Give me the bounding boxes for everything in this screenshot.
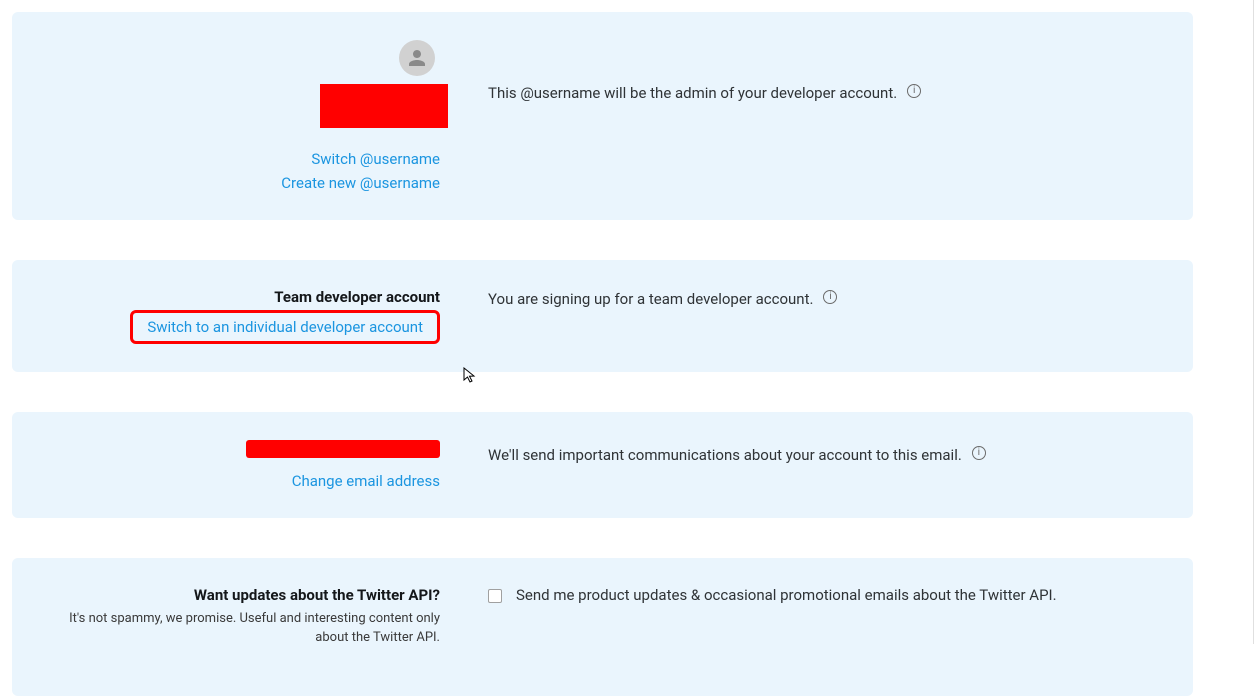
info-icon[interactable]: i (907, 84, 921, 98)
email-desc-row: We'll send important communications abou… (460, 440, 1165, 464)
switch-username-link[interactable]: Switch @username (40, 150, 440, 168)
updates-subtext: It's not spammy, we promise. Useful and … (40, 610, 440, 648)
team-heading: Team developer account (40, 288, 440, 306)
info-icon[interactable]: i (823, 290, 837, 304)
switch-individual-link[interactable]: Switch to an individual developer accoun… (130, 310, 440, 344)
username-left: Switch @username Create new @username (40, 40, 460, 192)
email-section: Change email address We'll send importan… (12, 412, 1193, 518)
email-redacted (246, 440, 440, 458)
username-desc-row: This @username will be the admin of your… (460, 40, 1165, 102)
username-desc: This @username will be the admin of your… (488, 84, 897, 102)
email-desc: We'll send important communications abou… (488, 446, 962, 464)
change-email-link[interactable]: Change email address (40, 472, 440, 490)
avatar-icon (399, 40, 435, 76)
team-desc-row: You are signing up for a team developer … (460, 288, 1165, 308)
team-desc: You are signing up for a team developer … (488, 290, 813, 308)
updates-left: Want updates about the Twitter API? It's… (40, 586, 460, 648)
avatar-row (40, 40, 440, 76)
updates-right: Send me product updates & occasional pro… (460, 586, 1165, 604)
team-left: Team developer account Switch to an indi… (40, 288, 460, 344)
info-icon[interactable]: i (972, 446, 986, 460)
create-username-link[interactable]: Create new @username (40, 174, 440, 192)
updates-checkbox-label: Send me product updates & occasional pro… (516, 586, 1057, 604)
username-redacted (320, 84, 448, 128)
email-left: Change email address (40, 440, 460, 490)
updates-heading: Want updates about the Twitter API? (40, 586, 440, 604)
updates-section: Want updates about the Twitter API? It's… (12, 558, 1193, 696)
username-section: Switch @username Create new @username Th… (12, 12, 1193, 220)
team-account-section: Team developer account Switch to an indi… (12, 260, 1193, 372)
updates-checkbox[interactable] (488, 589, 502, 603)
